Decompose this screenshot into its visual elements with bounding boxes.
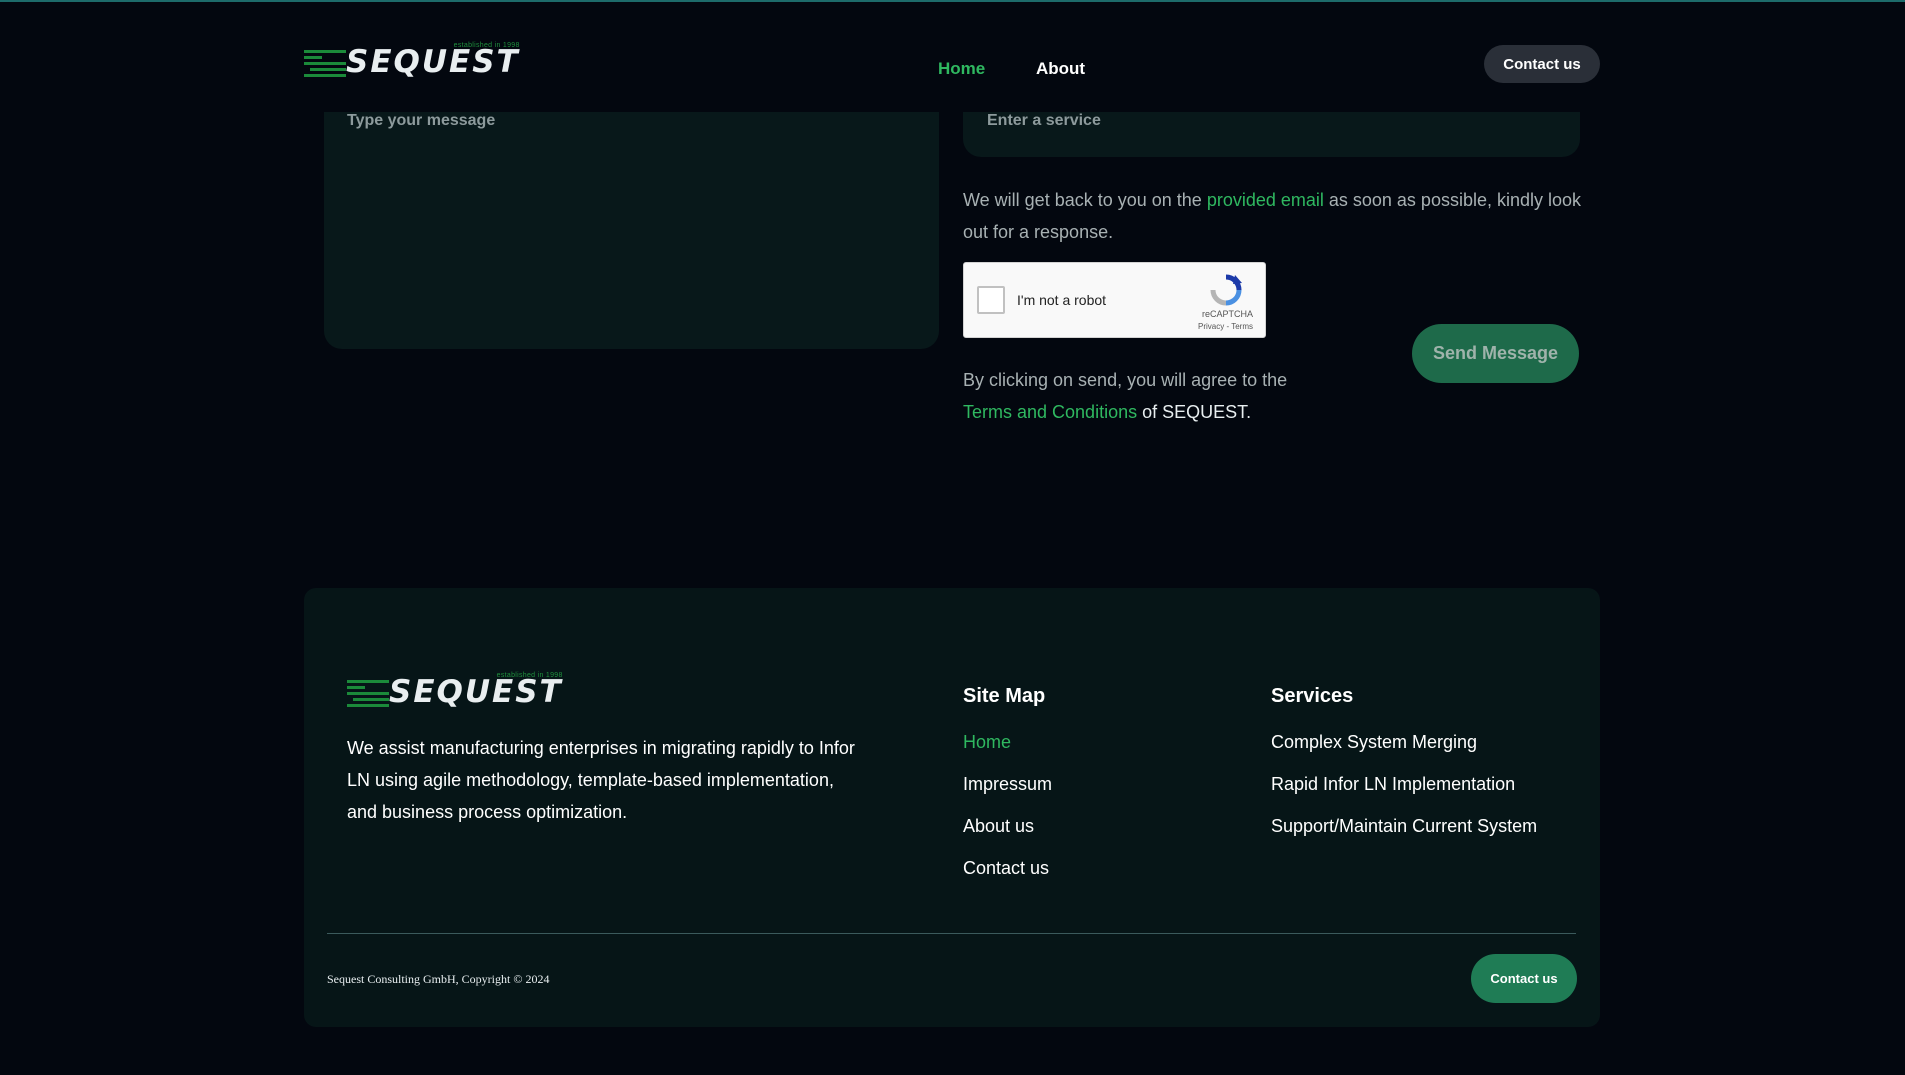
logo-wordmark: SEQUEST xyxy=(346,44,520,80)
sitemap-item-about-us[interactable]: About us xyxy=(963,816,1052,858)
logo-tagline: established in 1998 xyxy=(496,672,563,679)
company-description: We assist manufacturing enterprises in m… xyxy=(347,738,855,822)
logo-emblem-icon xyxy=(347,676,389,708)
service-item-support[interactable]: Support/Maintain Current System xyxy=(1271,816,1537,858)
sitemap-item-contact-us[interactable]: Contact us xyxy=(963,858,1052,900)
recaptcha-brand: reCAPTCHA xyxy=(1201,309,1253,319)
nav-about[interactable]: About xyxy=(1036,59,1085,79)
footer-divider xyxy=(327,933,1576,934)
send-message-button[interactable]: Send Message xyxy=(1412,324,1579,383)
info-text-before: We will get back to you on the xyxy=(963,190,1207,210)
service-placeholder: Enter a service xyxy=(987,112,1101,129)
recaptcha-widget: I'm not a robot reCAPTCHA Privacy - Term… xyxy=(963,262,1266,338)
header-logo[interactable]: SEQUEST established in 1998 xyxy=(304,42,520,80)
recaptcha-icon xyxy=(1210,274,1242,306)
header-contact-button[interactable]: Contact us xyxy=(1484,45,1600,83)
sitemap-item-impressum[interactable]: Impressum xyxy=(963,774,1052,816)
service-item-implementation[interactable]: Rapid Infor LN Implementation xyxy=(1271,774,1537,816)
sitemap-title: Site Map xyxy=(963,685,1046,707)
recaptcha-label: I'm not a robot xyxy=(1017,292,1107,308)
recaptcha-checkbox[interactable] xyxy=(977,286,1005,314)
site-footer: SEQUEST established in 1998 We assist ma… xyxy=(304,588,1600,1027)
sitemap-item-home[interactable]: Home xyxy=(963,732,1052,774)
site-header: SEQUEST established in 1998 Home About C… xyxy=(0,2,1905,112)
sitemap-list: Home Impressum About us Contact us xyxy=(963,732,1052,900)
services-title: Services xyxy=(1271,685,1354,707)
logo-wordmark: SEQUEST xyxy=(389,674,563,710)
logo-tagline: established in 1998 xyxy=(453,42,520,49)
services-list: Complex System Merging Rapid Infor LN Im… xyxy=(1271,732,1537,858)
terms-and-conditions-link[interactable]: Terms and Conditions xyxy=(963,402,1137,422)
agree-text-before: By clicking on send, you will agree to t… xyxy=(963,370,1288,390)
provided-email-link[interactable]: provided email xyxy=(1207,190,1324,210)
terms-agreement-text: By clicking on send, you will agree to t… xyxy=(963,364,1323,428)
logo-emblem-icon xyxy=(304,46,346,78)
nav-home[interactable]: Home xyxy=(938,59,985,79)
response-info-text: We will get back to you on the provided … xyxy=(963,184,1583,248)
recaptcha-privacy-terms[interactable]: Privacy - Terms xyxy=(1198,322,1253,331)
message-textarea[interactable]: Type your message xyxy=(324,90,939,349)
footer-logo[interactable]: SEQUEST established in 1998 xyxy=(347,672,563,710)
service-item-merging[interactable]: Complex System Merging xyxy=(1271,732,1537,774)
footer-contact-button[interactable]: Contact us xyxy=(1471,954,1577,1003)
message-placeholder: Type your message xyxy=(347,112,496,129)
agree-text-after: of SEQUEST. xyxy=(1137,402,1252,422)
copyright-text: Sequest Consulting GmbH, Copyright © 202… xyxy=(327,972,550,986)
